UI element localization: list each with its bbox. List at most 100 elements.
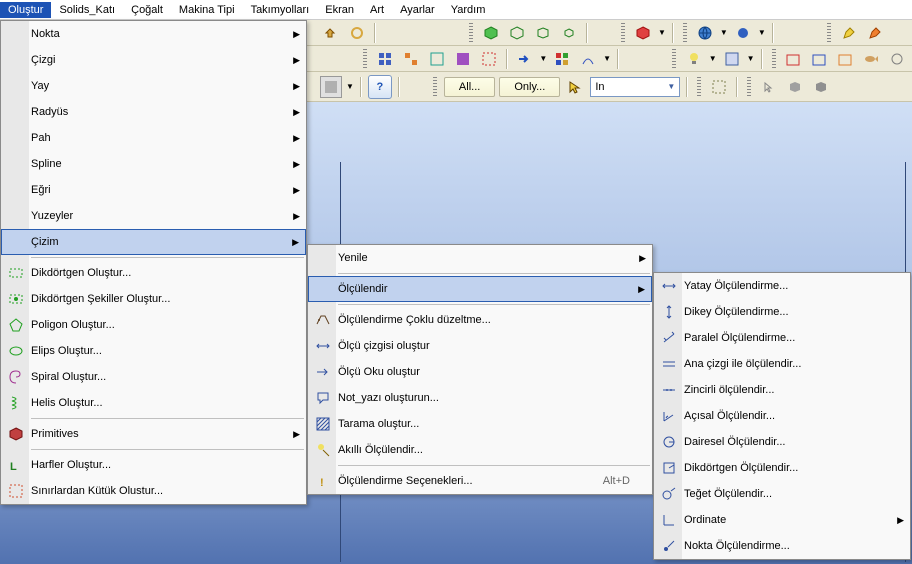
menu-item[interactable]: Not_yazı oluşturun...	[308, 385, 652, 411]
separator	[360, 77, 362, 97]
menu-item-label: Dikey Ölçülendirme...	[684, 306, 888, 318]
hand-icon[interactable]	[320, 22, 342, 44]
menu-item[interactable]: !Ölçülendirme Seçenekleri...Alt+D	[308, 468, 652, 494]
menu-item[interactable]: Eğri▶	[1, 177, 306, 203]
menu-yardim[interactable]: Yardım	[443, 2, 494, 18]
chevron-down-icon[interactable]: ▼	[603, 54, 611, 63]
pan-icon[interactable]	[346, 22, 368, 44]
grid-purple-icon[interactable]	[452, 48, 474, 70]
menu-item[interactable]: Çizgi▶	[1, 47, 306, 73]
grip	[363, 49, 367, 69]
menu-solids[interactable]: Solids_Katı	[51, 2, 123, 18]
menu-item[interactable]: Radyüs▶	[1, 99, 306, 125]
menu-item[interactable]: Zincirli ölçülendir...	[654, 377, 910, 403]
filter-only-button[interactable]: Only...	[499, 77, 560, 97]
droplet-icon[interactable]	[732, 22, 754, 44]
menu-item[interactable]: Yenile▶	[308, 245, 652, 271]
cube-small-icon[interactable]	[532, 22, 554, 44]
filter-in-combo[interactable]: In▼	[590, 77, 680, 97]
menu-item[interactable]: Ölçülendir▶	[308, 276, 652, 302]
solid-gray2-icon[interactable]	[810, 76, 832, 98]
menu-item[interactable]: Pah▶	[1, 125, 306, 151]
menu-item[interactable]: Nokta▶	[1, 21, 306, 47]
help-button[interactable]: ?	[368, 75, 392, 99]
menu-item[interactable]: Elips Oluştur...	[1, 338, 306, 364]
menu-ayarlar[interactable]: Ayarlar	[392, 2, 443, 18]
menu-item[interactable]: Poligon Oluştur...	[1, 312, 306, 338]
menu-makina[interactable]: Makina Tipi	[171, 2, 243, 18]
chevron-down-icon[interactable]: ▼	[747, 54, 755, 63]
chevron-down-icon[interactable]: ▼	[758, 28, 766, 37]
tab-orange-icon[interactable]	[834, 48, 856, 70]
base-dim-icon	[658, 353, 680, 375]
pencil-orange-icon[interactable]	[864, 22, 886, 44]
menu-item[interactable]: Dairesel Ölçülendir...	[654, 429, 910, 455]
menu-item[interactable]: Dikdörtgen Ölçülendir...	[654, 455, 910, 481]
pencil-yellow-icon[interactable]	[838, 22, 860, 44]
grid-orange-icon[interactable]	[400, 48, 422, 70]
circ-icon[interactable]	[886, 48, 908, 70]
box-red-icon[interactable]	[632, 22, 654, 44]
toggle-gray-icon[interactable]	[320, 76, 342, 98]
menu-item[interactable]: Ordinate▶	[654, 507, 910, 533]
tab-blue-icon[interactable]	[808, 48, 830, 70]
cube-green-icon[interactable]	[480, 22, 502, 44]
chevron-down-icon[interactable]: ▼	[346, 82, 354, 91]
menu-ekran[interactable]: Ekran	[317, 2, 362, 18]
path-icon[interactable]	[577, 48, 599, 70]
chevron-down-icon[interactable]: ▼	[720, 28, 728, 37]
separator	[338, 304, 650, 305]
menu-item[interactable]: Spline▶	[1, 151, 306, 177]
menu-item[interactable]: Ana çizgi ile ölçülendir...	[654, 351, 910, 377]
menu-item[interactable]: Ölçü Oku oluştur	[308, 359, 652, 385]
menu-art[interactable]: Art	[362, 2, 392, 18]
panel-icon[interactable]	[721, 48, 743, 70]
menu-item[interactable]: Dikey Ölçülendirme...	[654, 299, 910, 325]
cube-tiny-icon[interactable]	[558, 22, 580, 44]
solid-gray-icon[interactable]	[784, 76, 806, 98]
menu-item[interactable]: Spiral Oluştur...	[1, 364, 306, 390]
menu-item[interactable]: Akıllı Ölçülendir...	[308, 437, 652, 463]
menu-item[interactable]: Dikdörtgen Oluştur...	[1, 260, 306, 286]
menu-item[interactable]: Nokta Ölçülendirme...	[654, 533, 910, 559]
helix-icon	[5, 392, 27, 414]
globe-icon[interactable]	[694, 22, 716, 44]
menu-item[interactable]: Primitives▶	[1, 421, 306, 447]
grid-4-icon[interactable]	[551, 48, 573, 70]
menu-item-label: Nokta	[31, 28, 284, 40]
filter-all-button[interactable]: All...	[444, 77, 495, 97]
submenu-olculendir: Yatay Ölçülendirme... Dikey Ölçülendirme.…	[653, 272, 911, 560]
menu-item-label: Eğri	[31, 184, 284, 196]
menu-item[interactable]: Teğet Ölçülendir...	[654, 481, 910, 507]
menu-item[interactable]: Paralel Ölçülendirme...	[654, 325, 910, 351]
chevron-down-icon[interactable]: ▼	[539, 54, 547, 63]
menu-item[interactable]: Tarama oluştur...	[308, 411, 652, 437]
tab-red-icon[interactable]	[783, 48, 805, 70]
menu-item[interactable]: Çizim▶	[1, 229, 306, 255]
menu-item[interactable]: Ölçülendirme Çoklu düzeltme...	[308, 307, 652, 333]
cursor-yellow-icon[interactable]	[564, 76, 586, 98]
menu-item[interactable]: Yatay Ölçülendirme...	[654, 273, 910, 299]
menu-olustur[interactable]: Oluştur	[0, 2, 51, 18]
menu-item[interactable]: Ölçü çizgisi oluştur	[308, 333, 652, 359]
cube-wire-icon[interactable]	[506, 22, 528, 44]
grid-teal-icon[interactable]	[426, 48, 448, 70]
menu-item[interactable]: Sınırlardan Kütük Olustur...	[1, 478, 306, 504]
chevron-down-icon[interactable]: ▼	[658, 28, 666, 37]
menu-takim[interactable]: Takımyolları	[243, 2, 318, 18]
menu-item[interactable]: Yuzeyler▶	[1, 203, 306, 229]
arrow-blue-icon[interactable]	[514, 48, 536, 70]
marquee-icon[interactable]	[708, 76, 730, 98]
menu-item[interactable]: Yay▶	[1, 73, 306, 99]
menu-item[interactable]: Açısal Ölçülendir...	[654, 403, 910, 429]
chevron-down-icon[interactable]: ▼	[709, 54, 717, 63]
select-red-icon[interactable]	[478, 48, 500, 70]
menu-cogalt[interactable]: Çoğalt	[123, 2, 171, 18]
fish-icon[interactable]	[860, 48, 882, 70]
lamp-icon[interactable]	[683, 48, 705, 70]
pointer-icon[interactable]	[758, 76, 780, 98]
menu-item[interactable]: Helis Oluştur...	[1, 390, 306, 416]
menu-item[interactable]: Dikdörtgen Şekiller Oluştur...	[1, 286, 306, 312]
menu-item[interactable]: LHarfler Oluştur...	[1, 452, 306, 478]
grid-blue-icon[interactable]	[374, 48, 396, 70]
